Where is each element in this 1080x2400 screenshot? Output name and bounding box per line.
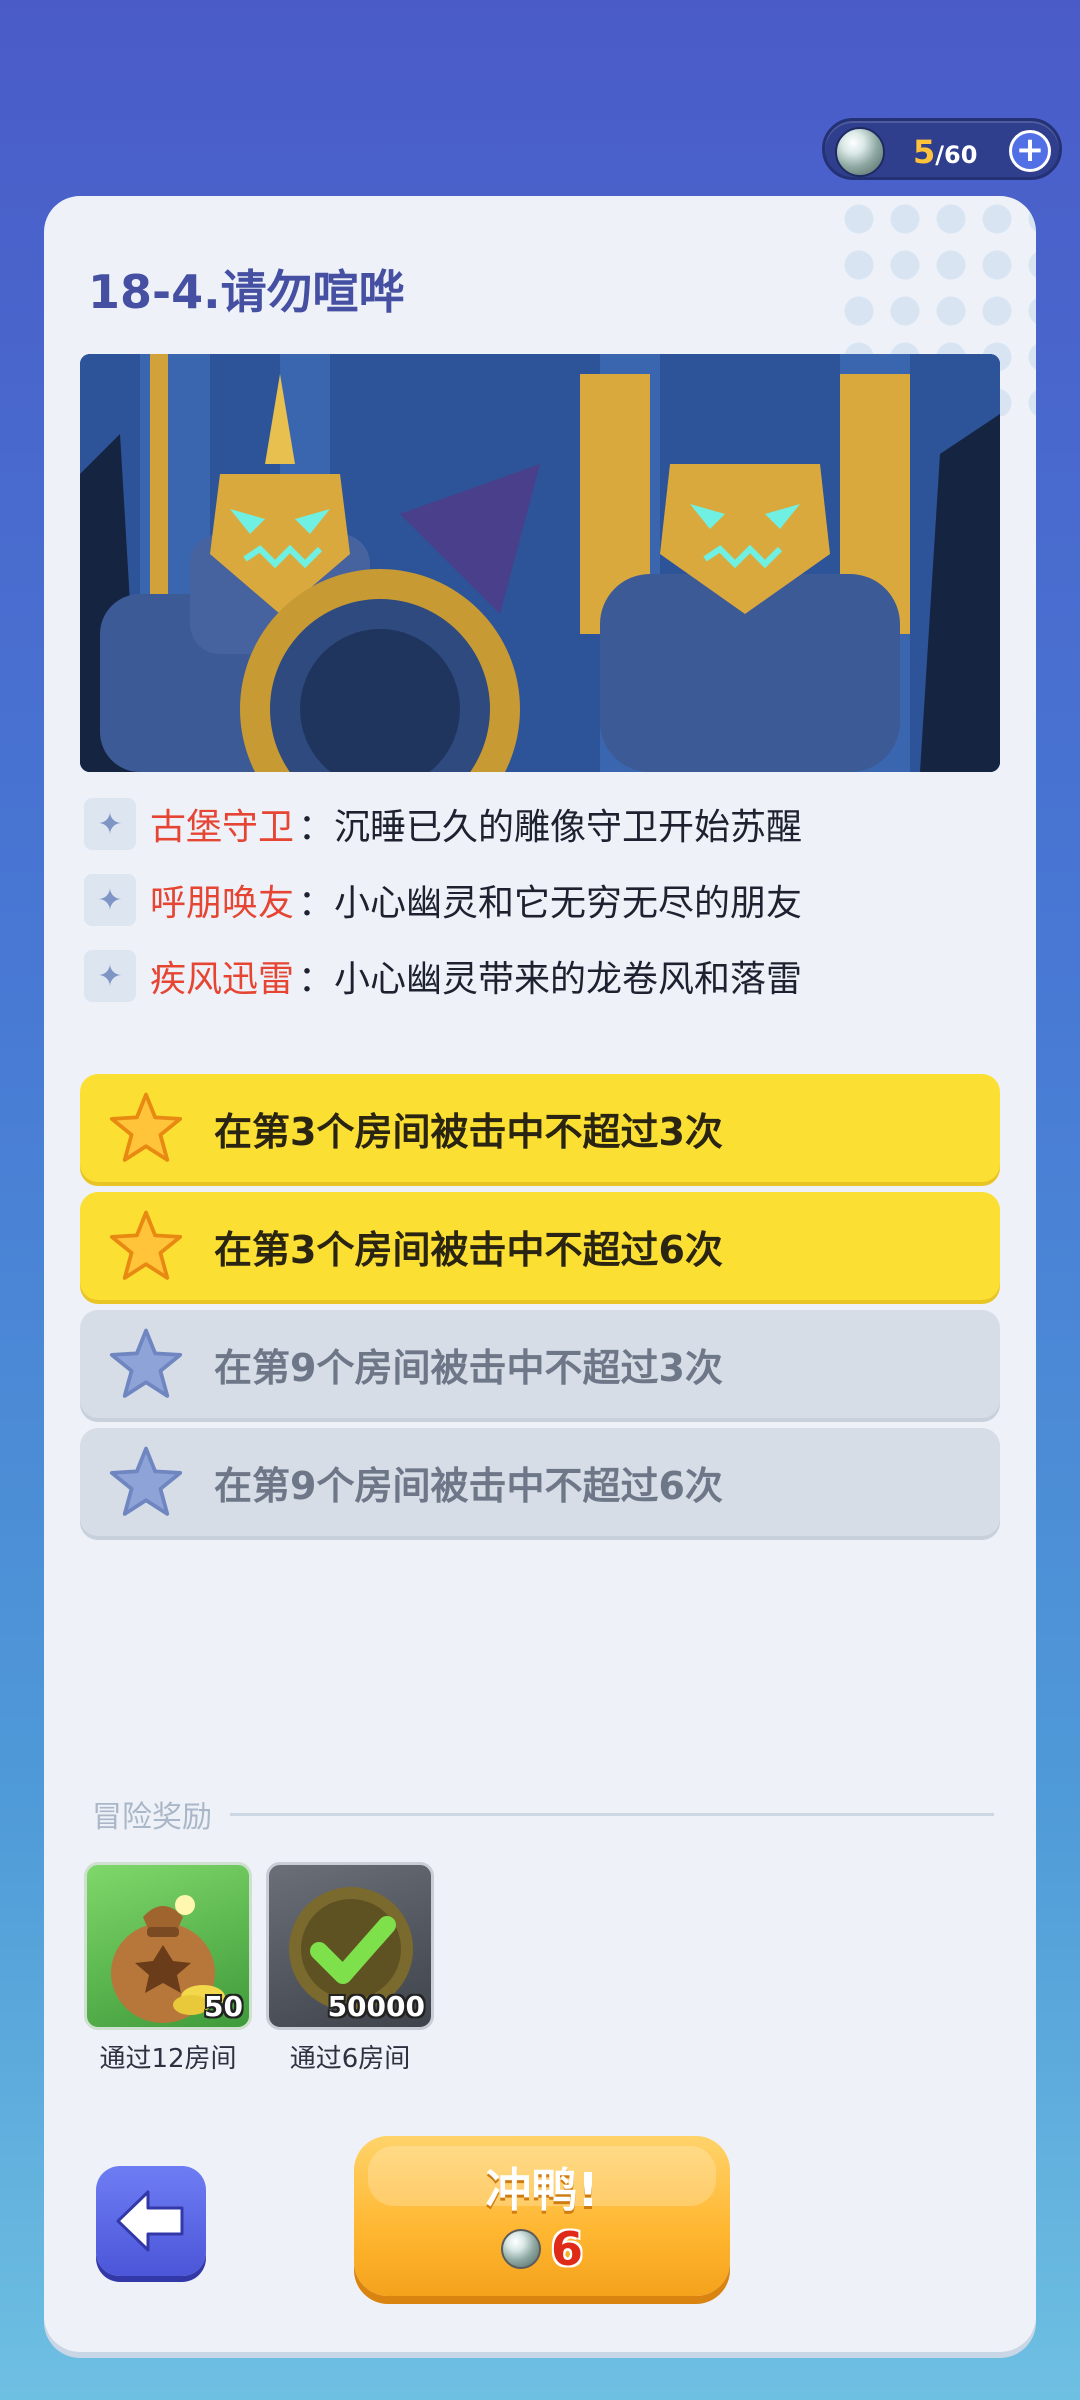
divider <box>230 1812 994 1816</box>
objective-text: 在第9个房间被击中不超过3次 <box>214 1345 723 1390</box>
reward-item[interactable]: 50000 <box>266 1862 434 2030</box>
objective-text: 在第9个房间被击中不超过6次 <box>214 1463 723 1508</box>
start-level-button[interactable]: 冲鸭! 6 <box>354 2136 730 2296</box>
trait-row: ✦ 古堡守卫 ：沉睡已久的雕像守卫开始苏醒 <box>84 796 802 852</box>
sparkle-icon: ✦ <box>84 950 136 1002</box>
trait-description: ：小心幽灵和它无穷无尽的朋友 <box>298 883 803 924</box>
trait-description: ：小心幽灵带来的龙卷风和落雷 <box>298 959 803 1000</box>
energy-orb-icon <box>835 127 885 177</box>
back-button[interactable] <box>96 2166 206 2276</box>
sparkle-icon: ✦ <box>84 798 136 850</box>
back-arrow-icon <box>116 2190 184 2252</box>
energy-cost: 6 <box>354 2222 730 2276</box>
reward-item[interactable]: 50 <box>84 1862 252 2030</box>
trait-name: 古堡守卫 <box>150 807 295 848</box>
empty-star-icon <box>109 1446 183 1516</box>
energy-orb-icon <box>500 2229 541 2269</box>
level-banner-image <box>80 354 1000 772</box>
energy-cost-value: 6 <box>550 2222 583 2276</box>
gold-star-icon <box>109 1210 183 1280</box>
start-button-label: 冲鸭! <box>485 2163 599 2217</box>
objective-row: 在第9个房间被击中不超过6次 <box>80 1428 1000 1536</box>
objective-text: 在第3个房间被击中不超过6次 <box>214 1227 723 1272</box>
objective-row: 在第9个房间被击中不超过3次 <box>80 1310 1000 1418</box>
trait-description: ：沉睡已久的雕像守卫开始苏醒 <box>298 807 803 848</box>
energy-value: 5/60 <box>913 133 978 171</box>
trait-name: 呼朋唤友 <box>150 883 295 924</box>
sparkle-icon: ✦ <box>84 874 136 926</box>
reward-section-header: 冒险奖励 <box>92 1794 994 1835</box>
add-energy-button[interactable]: + <box>1009 130 1051 172</box>
level-detail-card: 18-4.请勿喧哗 ✦ 古堡守卫 ：沉睡已久的雕像守卫开始苏醒 ✦ 呼朋唤友 ：… <box>44 196 1036 2352</box>
reward-label: 通过12房间 <box>99 2044 237 2074</box>
reward-count: 50000 <box>327 1990 425 2023</box>
level-title: 18-4.请勿喧哗 <box>88 265 405 319</box>
trait-name: 疾风迅雷 <box>150 959 295 1000</box>
reward-header-label: 冒险奖励 <box>92 1800 212 1835</box>
gold-star-icon <box>109 1092 183 1162</box>
reward-count: 50 <box>204 1990 243 2023</box>
empty-star-icon <box>109 1328 183 1398</box>
objective-row: 在第3个房间被击中不超过3次 <box>80 1074 1000 1182</box>
trait-row: ✦ 疾风迅雷 ：小心幽灵带来的龙卷风和落雷 <box>84 948 802 1004</box>
energy-counter: 5/60 + <box>822 118 1062 180</box>
reward-label: 通过6房间 <box>289 2044 411 2074</box>
objective-row: 在第3个房间被击中不超过6次 <box>80 1192 1000 1300</box>
trait-row: ✦ 呼朋唤友 ：小心幽灵和它无穷无尽的朋友 <box>84 872 802 928</box>
objective-text: 在第3个房间被击中不超过3次 <box>214 1109 723 1154</box>
